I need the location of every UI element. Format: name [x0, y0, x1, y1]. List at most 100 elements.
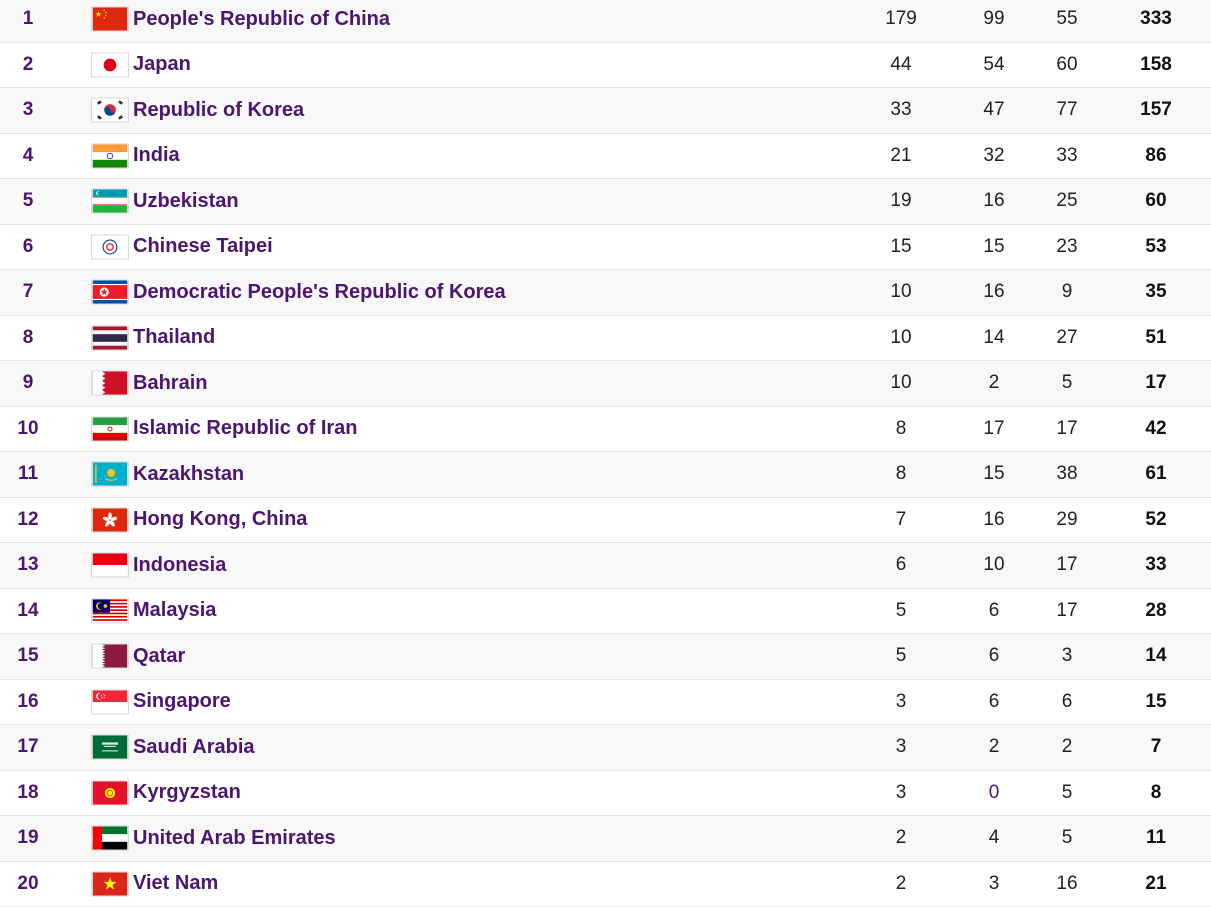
saudi-arabia-flag-icon — [91, 735, 129, 760]
country-link[interactable]: Kyrgyzstan — [133, 771, 241, 816]
silver-count: 2 — [964, 725, 1024, 770]
bronze-count: 17 — [1037, 407, 1097, 452]
rank: 10 — [0, 407, 56, 452]
total-count: 333 — [1126, 0, 1186, 42]
table-row: 5 Uzbekistan 19 16 25 60 — [0, 179, 1211, 225]
country-link[interactable]: Thailand — [133, 316, 215, 361]
total-count: 15 — [1126, 680, 1186, 725]
table-row: 3 Republic of Korea 33 47 77 157 — [0, 88, 1211, 134]
country-link[interactable]: Saudi Arabia — [133, 725, 255, 770]
table-row: 11 Kazakhstan 8 15 38 61 — [0, 452, 1211, 498]
table-row: 4 India 21 32 33 86 — [0, 134, 1211, 180]
table-row: 20 Viet Nam 2 3 16 21 — [0, 862, 1211, 907]
gold-count: 33 — [871, 88, 931, 133]
silver-count: 47 — [964, 88, 1024, 133]
country-link[interactable]: Kazakhstan — [133, 452, 244, 497]
table-row: 10 Islamic Republic of Iran 8 17 17 42 — [0, 407, 1211, 453]
country-link[interactable]: Republic of Korea — [133, 88, 304, 133]
bronze-count: 27 — [1037, 316, 1097, 361]
total-count: 7 — [1126, 725, 1186, 770]
silver-count: 10 — [964, 543, 1024, 588]
table-row: 7 Democratic People's Republic of Korea … — [0, 270, 1211, 316]
bronze-count: 5 — [1037, 361, 1097, 406]
total-count: 53 — [1126, 225, 1186, 270]
country-link[interactable]: Malaysia — [133, 589, 216, 634]
gold-count: 3 — [871, 771, 931, 816]
silver-count: 16 — [964, 270, 1024, 315]
country-link[interactable]: Qatar — [133, 634, 185, 679]
total-count: 51 — [1126, 316, 1186, 361]
gold-count: 3 — [871, 680, 931, 725]
silver-count: 16 — [964, 179, 1024, 224]
country-link[interactable]: Hong Kong, China — [133, 498, 307, 543]
total-count: 21 — [1126, 862, 1186, 907]
thailand-flag-icon — [91, 325, 129, 350]
korea-flag-icon — [91, 98, 129, 123]
silver-count: 99 — [964, 0, 1024, 42]
country-link[interactable]: Indonesia — [133, 543, 226, 588]
table-row: 18 Kyrgyzstan 3 0 5 8 — [0, 771, 1211, 817]
indonesia-flag-icon — [91, 553, 129, 578]
country-link[interactable]: People's Republic of China — [133, 0, 390, 42]
gold-count: 6 — [871, 543, 931, 588]
table-row: 13 Indonesia 6 10 17 33 — [0, 543, 1211, 589]
rank: 13 — [0, 543, 56, 588]
rank: 11 — [0, 452, 56, 497]
silver-count: 6 — [964, 680, 1024, 725]
country-link[interactable]: United Arab Emirates — [133, 816, 336, 861]
india-flag-icon — [91, 143, 129, 168]
silver-count: 15 — [964, 225, 1024, 270]
gold-count: 2 — [871, 862, 931, 907]
country-link[interactable]: Uzbekistan — [133, 179, 239, 224]
total-count: 42 — [1126, 407, 1186, 452]
bronze-count: 33 — [1037, 134, 1097, 179]
country-link[interactable]: Chinese Taipei — [133, 225, 273, 270]
country-link[interactable]: Bahrain — [133, 361, 207, 406]
table-row: 6 Chinese Taipei 15 15 23 53 — [0, 225, 1211, 271]
total-count: 61 — [1126, 452, 1186, 497]
country-link[interactable]: Democratic People's Republic of Korea — [133, 270, 506, 315]
country-link[interactable]: Singapore — [133, 680, 231, 725]
bronze-count: 9 — [1037, 270, 1097, 315]
bronze-count: 25 — [1037, 179, 1097, 224]
gold-count: 5 — [871, 634, 931, 679]
medal-table: 1 People's Republic of China 179 99 55 3… — [0, 0, 1211, 907]
bronze-count: 5 — [1037, 816, 1097, 861]
uzbekistan-flag-icon — [91, 189, 129, 214]
silver-count: 0 — [964, 771, 1024, 816]
rank: 9 — [0, 361, 56, 406]
table-row: 16 Singapore 3 6 6 15 — [0, 680, 1211, 726]
total-count: 11 — [1126, 816, 1186, 861]
table-row: 19 United Arab Emirates 2 4 5 11 — [0, 816, 1211, 862]
bronze-count: 55 — [1037, 0, 1097, 42]
silver-count: 15 — [964, 452, 1024, 497]
table-row: 9 Bahrain 10 2 5 17 — [0, 361, 1211, 407]
bronze-count: 2 — [1037, 725, 1097, 770]
chinese-taipei-flag-icon — [91, 234, 129, 259]
gold-count: 179 — [871, 0, 931, 42]
gold-count: 10 — [871, 361, 931, 406]
total-count: 158 — [1126, 43, 1186, 88]
rank: 8 — [0, 316, 56, 361]
gold-count: 5 — [871, 589, 931, 634]
total-count: 86 — [1126, 134, 1186, 179]
country-link[interactable]: Viet Nam — [133, 862, 218, 907]
silver-count: 16 — [964, 498, 1024, 543]
rank: 16 — [0, 680, 56, 725]
rank: 4 — [0, 134, 56, 179]
silver-count: 14 — [964, 316, 1024, 361]
bronze-count: 29 — [1037, 498, 1097, 543]
total-count: 52 — [1126, 498, 1186, 543]
hong-kong-flag-icon — [91, 507, 129, 532]
japan-flag-icon — [91, 52, 129, 77]
bronze-count: 16 — [1037, 862, 1097, 907]
table-row: 15 Qatar 5 6 3 14 — [0, 634, 1211, 680]
country-link[interactable]: India — [133, 134, 180, 179]
country-link[interactable]: Japan — [133, 43, 191, 88]
bronze-count: 77 — [1037, 88, 1097, 133]
total-count: 157 — [1126, 88, 1186, 133]
table-row: 17 Saudi Arabia 3 2 2 7 — [0, 725, 1211, 771]
kazakhstan-flag-icon — [91, 462, 129, 487]
gold-count: 44 — [871, 43, 931, 88]
country-link[interactable]: Islamic Republic of Iran — [133, 407, 358, 452]
